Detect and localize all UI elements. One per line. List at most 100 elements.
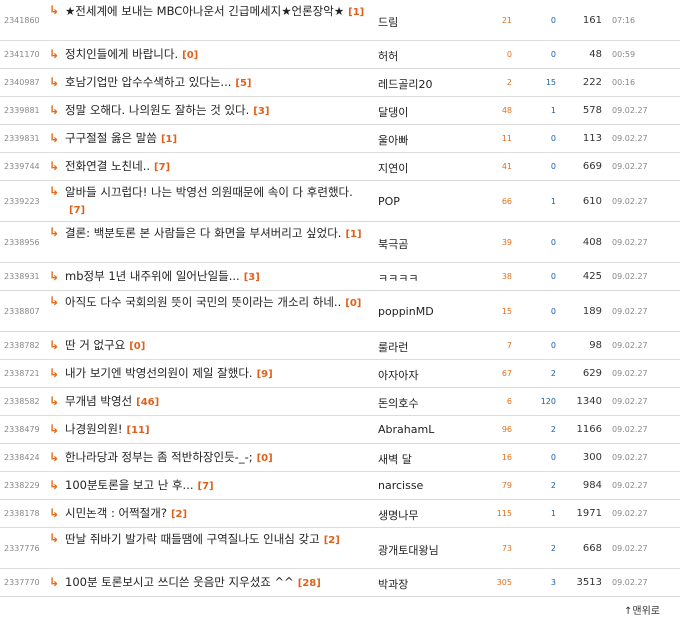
reply-arrow-icon: ↳ xyxy=(49,531,60,545)
comment-count[interactable]: [3] xyxy=(253,106,269,117)
post-title[interactable]: 호남기업만 압수수색하고 있다는... [5] xyxy=(65,74,365,92)
post-author[interactable]: 돈의호수 xyxy=(378,395,418,411)
comment-count[interactable]: [0] xyxy=(182,50,198,61)
post-author[interactable]: 허허 xyxy=(378,48,398,64)
post-title[interactable]: 무개념 박영선 [46] xyxy=(65,393,365,411)
post-title[interactable]: 구구절절 옳은 말씀 [1] xyxy=(65,130,365,148)
post-title-text[interactable]: 나경원의원! xyxy=(65,422,123,436)
post-title[interactable]: 딴 거 없구요 [0] xyxy=(65,337,365,355)
post-author[interactable]: 울아빠 xyxy=(378,132,408,148)
post-title-text[interactable]: 딴 거 없구요 xyxy=(65,338,125,352)
comment-count[interactable]: [7] xyxy=(69,205,85,216)
view-count: 48 xyxy=(589,49,602,60)
comment-count[interactable]: [11] xyxy=(127,425,150,436)
oppose-count: 3 xyxy=(550,578,556,587)
post-author[interactable]: 새벽 달 xyxy=(378,451,412,467)
comment-count[interactable]: [1] xyxy=(348,7,364,18)
post-author[interactable]: 룰라런 xyxy=(378,339,408,355)
post-number: 2337776 xyxy=(4,543,40,553)
post-author[interactable]: 드림 xyxy=(378,14,398,30)
post-author[interactable]: POP xyxy=(378,195,400,208)
view-count: 113 xyxy=(582,133,602,144)
post-title[interactable]: 시민논객 : 어쩍절개? [2] xyxy=(65,505,365,523)
post-title[interactable]: 나경원의원! [11] xyxy=(65,421,365,439)
post-number: 2338807 xyxy=(4,306,40,316)
comment-count[interactable]: [5] xyxy=(235,78,251,89)
post-title[interactable]: 아직도 다수 국회의원 뜻이 국민의 뜻이라는 개소리 하네.. [0] xyxy=(65,294,365,312)
view-count: 669 xyxy=(582,161,602,172)
post-title[interactable]: 딴날 쥐바기 발가락 때들땜에 구역질나도 인내심 갖고 [2] xyxy=(65,531,365,549)
post-author[interactable]: narcisse xyxy=(378,479,423,492)
post-title-text[interactable]: 100분토론을 보고 난 후... xyxy=(65,478,194,492)
post-title-text[interactable]: 정치인들에게 바랍니다. xyxy=(65,47,178,61)
post-title-text[interactable]: 시민논객 : 어쩍절개? xyxy=(65,506,167,520)
post-title-text[interactable]: 구구절절 옳은 말씀 xyxy=(65,131,157,145)
post-author[interactable]: 박과장 xyxy=(378,576,408,592)
reply-arrow-icon: ↳ xyxy=(49,184,60,198)
post-title[interactable]: 알바들 시끄럽다! 나는 박영선 의원때문에 속이 다 후련했다. [7] xyxy=(65,184,365,219)
post-title[interactable]: 정치인들에게 바랍니다. [0] xyxy=(65,46,365,64)
post-title[interactable]: mb정부 1년 내주위에 일어난일들... [3] xyxy=(65,268,365,286)
post-author[interactable]: 광개토대왕님 xyxy=(378,542,439,558)
post-title-text[interactable]: 무개념 박영선 xyxy=(65,394,132,408)
post-author[interactable]: 레드골리20 xyxy=(378,76,432,92)
post-list: 2341860 ↳ ★전세계에 보내는 MBC아나운서 긴급메세지★언론장악★ [1]… xyxy=(0,0,680,597)
comment-count[interactable]: [1] xyxy=(345,229,361,240)
post-author[interactable]: ㅋㅋㅋㅋ xyxy=(378,270,418,286)
comment-count[interactable]: [46] xyxy=(136,397,159,408)
post-title[interactable]: 내가 보기엔 박영선의원이 제일 잘했다. [9] xyxy=(65,365,365,383)
post-author[interactable]: 지연이 xyxy=(378,160,408,176)
post-title-text[interactable]: 정말 오해다. 나의원도 잘하는 것 있다. xyxy=(65,103,249,117)
post-number: 2341170 xyxy=(4,50,40,59)
view-count: 161 xyxy=(582,14,602,26)
comment-count[interactable]: [2] xyxy=(324,535,340,546)
post-title-text[interactable]: 결론: 백분토론 본 사람들은 다 화면을 부셔버리고 싶었다. xyxy=(65,226,341,240)
comment-count[interactable]: [3] xyxy=(244,272,260,283)
post-number: 2341860 xyxy=(4,15,40,25)
comment-count[interactable]: [0] xyxy=(345,298,361,309)
post-title-text[interactable]: 내가 보기엔 박영선의원이 제일 잘했다. xyxy=(65,366,253,380)
post-title-text[interactable]: 100분 토론보시고 쓰디쓴 웃음만 지우셨죠 ^^ xyxy=(65,575,294,589)
recommend-count: 41 xyxy=(501,162,512,171)
post-title-text[interactable]: ★전세계에 보내는 MBC아나운서 긴급메세지★언론장악★ xyxy=(65,4,344,18)
recommend-count: 6 xyxy=(506,397,512,406)
post-title[interactable]: ★전세계에 보내는 MBC아나운서 긴급메세지★언론장악★ [1] xyxy=(65,3,365,21)
post-title[interactable]: 전화연결 노친네.. [7] xyxy=(65,158,365,176)
post-title-text[interactable]: mb정부 1년 내주위에 일어난일들... xyxy=(65,269,240,283)
comment-count[interactable]: [7] xyxy=(154,162,170,173)
post-author[interactable]: 아자아자 xyxy=(378,367,418,383)
comment-count[interactable]: [9] xyxy=(257,369,273,380)
comment-count[interactable]: [1] xyxy=(161,134,177,145)
post-title-text[interactable]: 아직도 다수 국회의원 뜻이 국민의 뜻이라는 개소리 하네.. xyxy=(65,295,341,309)
view-count: 1166 xyxy=(576,424,602,435)
post-author[interactable]: 달댕이 xyxy=(378,104,408,120)
comment-count[interactable]: [7] xyxy=(198,481,214,492)
post-title-text[interactable]: 호남기업만 압수수색하고 있다는... xyxy=(65,75,231,89)
post-title[interactable]: 정말 오해다. 나의원도 잘하는 것 있다. [3] xyxy=(65,102,365,120)
comment-count[interactable]: [28] xyxy=(298,578,321,589)
reply-arrow-icon: ↳ xyxy=(49,225,60,239)
oppose-count: 2 xyxy=(550,425,556,434)
post-number: 2339223 xyxy=(4,196,40,206)
post-title[interactable]: 한나라당과 정부는 좀 적반하장인듯-_-; [0] xyxy=(65,449,365,467)
post-author[interactable]: poppinMD xyxy=(378,305,434,318)
post-author[interactable]: AbrahamL xyxy=(378,423,434,436)
view-count: 1340 xyxy=(576,396,602,407)
reply-arrow-icon: ↳ xyxy=(49,47,60,61)
post-author[interactable]: 북극곰 xyxy=(378,236,408,252)
oppose-count: 0 xyxy=(550,341,556,350)
post-title[interactable]: 결론: 백분토론 본 사람들은 다 화면을 부셔버리고 싶었다. [1] xyxy=(65,225,365,243)
post-title-text[interactable]: 전화연결 노친네.. xyxy=(65,159,150,173)
post-number: 2338479 xyxy=(4,425,40,434)
post-title[interactable]: 100분토론을 보고 난 후... [7] xyxy=(65,477,365,495)
post-title[interactable]: 100분 토론보시고 쓰디쓴 웃음만 지우셨죠 ^^ [28] xyxy=(65,574,365,592)
back-to-top-link[interactable]: ↑맨위로 xyxy=(624,602,660,617)
comment-count[interactable]: [0] xyxy=(129,341,145,352)
post-author[interactable]: 생명나무 xyxy=(378,507,418,523)
post-title-text[interactable]: 딴날 쥐바기 발가락 때들땜에 구역질나도 인내심 갖고 xyxy=(65,532,320,546)
comment-count[interactable]: [2] xyxy=(171,509,187,520)
comment-count[interactable]: [0] xyxy=(257,453,273,464)
post-title-text[interactable]: 알바들 시끄럽다! 나는 박영선 의원때문에 속이 다 후련했다. xyxy=(65,185,353,199)
post-title-text[interactable]: 한나라당과 정부는 좀 적반하장인듯-_-; xyxy=(65,450,253,464)
reply-arrow-icon: ↳ xyxy=(49,159,60,173)
